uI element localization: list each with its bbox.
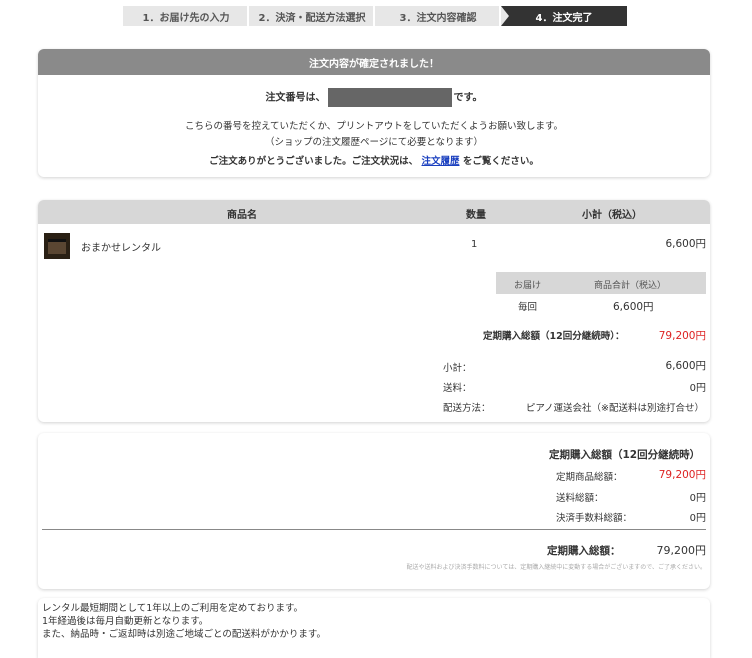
order-number-prefix: 注文番号は、 bbox=[265, 92, 326, 104]
order-number-redacted bbox=[327, 88, 452, 107]
product-thumbnail bbox=[44, 233, 70, 259]
step-label: 4．注文完了 bbox=[535, 12, 593, 24]
confirmation-header: 注文内容が確定されました！ bbox=[38, 49, 710, 75]
periodic-subheader: お届け 商品合計（税込） bbox=[496, 272, 706, 294]
step-label: 1．お届け先の入力 bbox=[142, 12, 230, 24]
checkout-steps: 1．お届け先の入力 2．決済・配送方法選択 3．注文内容確認 4．注文完了 bbox=[123, 6, 627, 26]
rental-info-line-1: レンタル最短期間として1年以上のご利用を定めております。 bbox=[42, 603, 304, 614]
periodic-summary-card: 定期購入総額（12回分継続時） 定期商品総額： 79,200円 送料総額： 0円… bbox=[38, 433, 710, 589]
goods-total-head: 商品合計（税込） bbox=[594, 281, 667, 291]
goods-total-value: 6,600円 bbox=[613, 301, 654, 313]
table-header: 商品名 数量 小計（税込） bbox=[38, 200, 710, 224]
grand-total-label: 定期購入総額： bbox=[547, 545, 621, 557]
order-number-line: 注文番号は、 です。 bbox=[38, 88, 710, 107]
shipping-total-label: 送料総額： bbox=[556, 493, 604, 504]
goods-total-amount: 79,200円 bbox=[658, 469, 706, 481]
shipping-value: 0円 bbox=[689, 383, 706, 394]
periodic-total-label: 定期購入総額（12回分継続時）： bbox=[483, 331, 625, 342]
thanks-line: ご注文ありがとうございました。ご注文状況は、 注文履歴 をご覧ください。 bbox=[38, 153, 710, 167]
periodic-total-value: 79,200円 bbox=[658, 330, 706, 342]
order-number-suffix: です。 bbox=[453, 92, 483, 104]
step-label: 3．注文内容確認 bbox=[399, 12, 477, 24]
fee-total-amount: 0円 bbox=[689, 513, 706, 524]
rental-info-card: レンタル最短期間として1年以上のご利用を定めております。 1年経過後は毎月自動更… bbox=[38, 598, 710, 658]
delivery-method-label: 配送方法： bbox=[443, 403, 491, 414]
col-quantity: 数量 bbox=[466, 210, 486, 221]
thanks-text: ご注文ありがとうございました。ご注文状況は、 bbox=[209, 156, 419, 167]
step-payment: 2．決済・配送方法選択 bbox=[249, 6, 383, 26]
shipping-total-amount: 0円 bbox=[689, 493, 706, 504]
col-product-name: 商品名 bbox=[227, 210, 257, 221]
delivery-frequency: 毎回 bbox=[518, 302, 538, 313]
delivery-head: お届け bbox=[514, 281, 542, 291]
keep-number-note: こちらの番号を控えていただくか、プリントアウトをしていただくようお願い致します。 bbox=[184, 121, 564, 132]
shipping-label: 送料： bbox=[443, 383, 472, 394]
step-address: 1．お届け先の入力 bbox=[123, 6, 257, 26]
delivery-method-value: ピアノ運送会社（※配送料は別途打合せ） bbox=[525, 403, 704, 414]
order-history-link[interactable]: 注文履歴 bbox=[421, 156, 459, 167]
col-subtotal: 小計（税込） bbox=[582, 210, 642, 221]
summary-divider bbox=[42, 529, 706, 530]
step-label: 2．決済・配送方法選択 bbox=[258, 12, 366, 24]
goods-total-label: 定期商品総額： bbox=[556, 472, 623, 483]
rental-info-line-3: また、納品時・ご返却時は別途ご地域ごとの配送料がかかります。 bbox=[42, 629, 326, 640]
grand-total-value: 79,200円 bbox=[656, 544, 707, 557]
product-name: おまかせレンタル bbox=[81, 243, 161, 254]
order-confirmation-card: 注文内容が確定されました！ 注文番号は、 です。 こちらの番号を控えていただくか、… bbox=[38, 49, 710, 177]
fee-change-notice: 配送や送料および決済手数料については、定期購入継続中に変動する場合がございますの… bbox=[406, 564, 706, 571]
step-complete: 4．注文完了 bbox=[501, 6, 627, 26]
step-confirm: 3．注文内容確認 bbox=[375, 6, 509, 26]
rental-info-line-2: 1年経過後は毎月自動更新となります。 bbox=[42, 616, 209, 627]
history-required-note: （ショップの注文履歴ページにて必要となります） bbox=[264, 137, 484, 148]
subtotal-value: 6,600円 bbox=[665, 360, 706, 372]
product-quantity: 1 bbox=[471, 239, 478, 250]
order-details-table: 商品名 数量 小計（税込） おまかせレンタル 1 6,600円 お届け 商品合計… bbox=[38, 200, 710, 422]
product-price: 6,600円 bbox=[665, 238, 706, 250]
subtotal-label: 小計： bbox=[443, 363, 472, 374]
thanks-suffix: をご覧ください。 bbox=[462, 156, 539, 167]
summary-title: 定期購入総額（12回分継続時） bbox=[549, 449, 701, 461]
fee-total-label: 決済手数料総額： bbox=[556, 513, 633, 524]
